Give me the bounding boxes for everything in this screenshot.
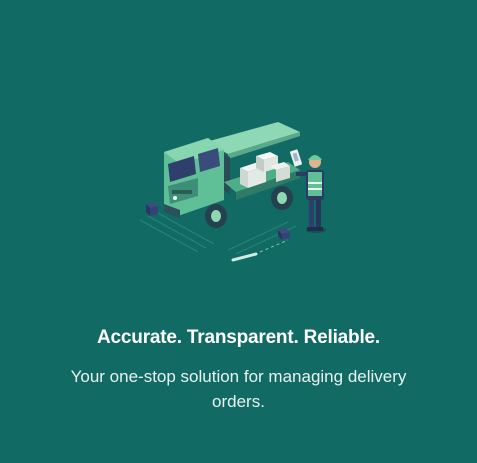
subline: Your one-stop solution for managing deli… (70, 367, 407, 411)
delivery-truck-icon (128, 112, 348, 272)
headline: Accurate. Transparent. Reliable. (97, 327, 380, 348)
onboarding-screen: Accurate. Transparent. Reliable. Your on… (0, 0, 477, 463)
